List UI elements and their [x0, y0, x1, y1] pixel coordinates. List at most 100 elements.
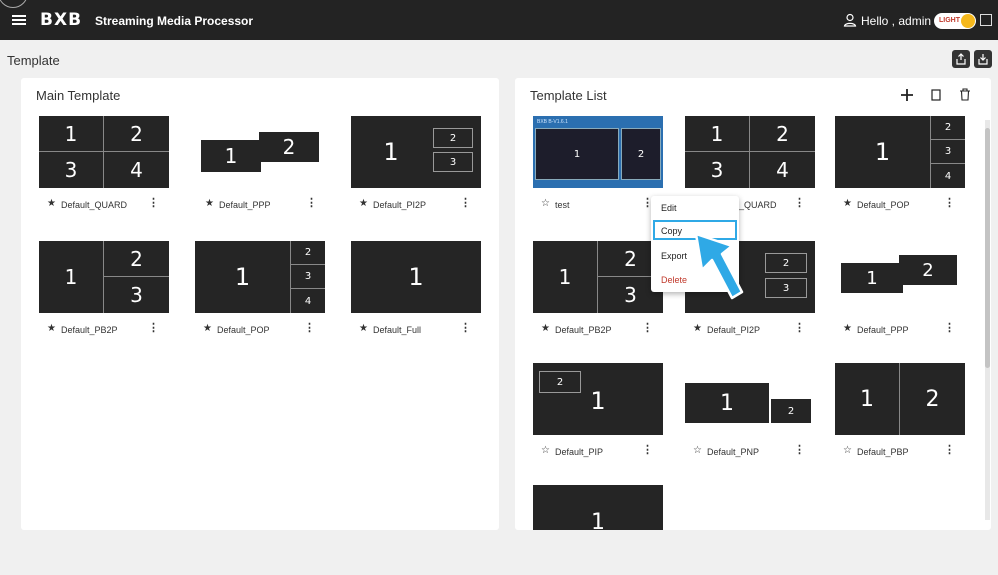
more-vertical-icon[interactable]: ⋮: [944, 198, 955, 209]
template-card-list-pnp[interactable]: 1 2 ☆ Default_PNP ⋮: [685, 363, 815, 467]
zone-1: 1: [383, 138, 399, 166]
star-icon[interactable]: ★: [47, 199, 56, 209]
more-vertical-icon[interactable]: ⋮: [148, 198, 159, 209]
zone-3: 3: [130, 283, 143, 307]
export-button[interactable]: [952, 50, 970, 68]
star-outline-icon[interactable]: ☆: [541, 199, 550, 209]
template-card-main-pi2p[interactable]: 1 2 3 ★ Default_PI2P ⋮: [351, 116, 481, 220]
template-name: Default_PI2P: [373, 200, 427, 210]
template-card-list-pop[interactable]: 1 2 3 4 ★ Default_POP ⋮: [835, 116, 965, 220]
star-icon[interactable]: ★: [693, 324, 702, 334]
zone-2: 2: [931, 116, 965, 140]
zone-1: 1: [195, 241, 291, 313]
layout-thumbnail: 1 2 3 4: [195, 241, 325, 313]
zone-1: 1: [590, 387, 606, 415]
star-outline-icon[interactable]: ☆: [693, 446, 702, 456]
template-card-test[interactable]: BXB B-V1.6.1 1 2 ☆ test ⋮: [533, 116, 663, 220]
template-card-list-pb2p[interactable]: 1 2 3 ★ Default_PB2P ⋮: [533, 241, 663, 345]
more-vertical-icon[interactable]: ⋮: [642, 323, 653, 334]
template-card-main-full[interactable]: 1 ★ Default_Full ⋮: [351, 241, 481, 345]
main-template-title: Main Template: [36, 88, 121, 103]
top-bar: BXB Streaming Media Processor Hello , ad…: [0, 0, 998, 40]
zone-1: 1: [685, 383, 769, 423]
template-card-list-ppp[interactable]: 1 2 ★ Default_PPP ⋮: [835, 241, 965, 345]
layout-thumbnail: 1: [351, 241, 481, 313]
template-card-list-pip[interactable]: 2 1 ☆ Default_PIP ⋮: [533, 363, 663, 467]
menu-icon[interactable]: [12, 15, 26, 25]
import-button[interactable]: [974, 50, 992, 68]
template-name: _QUARD: [739, 200, 777, 210]
star-icon[interactable]: ★: [541, 324, 550, 334]
zone-3: 3: [765, 278, 807, 298]
template-name: Default_PPP: [857, 325, 909, 335]
user-greeting[interactable]: Hello , admin: [861, 14, 931, 28]
star-outline-icon[interactable]: ☆: [843, 446, 852, 456]
menu-item-export[interactable]: Export: [661, 251, 687, 261]
trash-icon[interactable]: [959, 88, 971, 101]
page-title: Template: [7, 53, 60, 68]
decorative-circle: [0, 0, 28, 8]
more-vertical-icon[interactable]: ⋮: [944, 323, 955, 334]
more-vertical-icon[interactable]: ⋮: [306, 198, 317, 209]
template-name: Default_PI2P: [707, 325, 761, 335]
app-title: Streaming Media Processor: [95, 14, 254, 28]
theme-toggle[interactable]: LIGHT: [934, 13, 976, 29]
zone-2: 2: [899, 255, 957, 285]
layout-thumbnail: 1 2 3: [39, 241, 169, 313]
template-card-list-pbp[interactable]: 1 2 ☆ Default_PBP ⋮: [835, 363, 965, 467]
zone-2: 2: [750, 116, 815, 152]
zone-1: 1: [533, 241, 598, 313]
layout-thumbnail: 1 2: [685, 363, 815, 435]
more-vertical-icon[interactable]: ⋮: [794, 445, 805, 456]
layout-thumbnail: 1 2: [835, 363, 965, 435]
star-icon[interactable]: ★: [843, 199, 852, 209]
theme-toggle-knob: [961, 14, 975, 28]
more-vertical-icon[interactable]: ⋮: [148, 323, 159, 334]
zone-3: 3: [291, 265, 325, 289]
star-icon[interactable]: ★: [203, 324, 212, 334]
more-vertical-icon[interactable]: ⋮: [460, 323, 471, 334]
template-card-list-partial[interactable]: 1: [533, 485, 663, 530]
star-icon[interactable]: ★: [47, 324, 56, 334]
star-outline-icon[interactable]: ☆: [541, 446, 550, 456]
more-vertical-icon[interactable]: ⋮: [304, 323, 315, 334]
copy-icon[interactable]: [930, 89, 942, 101]
zone-2: 2: [104, 116, 169, 152]
template-card-main-pb2p[interactable]: 1 2 3 ★ Default_PB2P ⋮: [39, 241, 169, 345]
layout-thumbnail: 1 2 3 4: [39, 116, 169, 188]
template-name: Default_PB2P: [61, 325, 118, 335]
more-vertical-icon[interactable]: ⋮: [794, 198, 805, 209]
zone-4: 4: [944, 170, 952, 182]
scroll-thumb[interactable]: [985, 128, 990, 368]
zone-2: 2: [259, 132, 319, 162]
more-vertical-icon[interactable]: ⋮: [794, 323, 805, 334]
zone-1: 1: [39, 116, 104, 152]
menu-item-edit[interactable]: Edit: [661, 203, 677, 213]
star-icon[interactable]: ★: [359, 324, 368, 334]
zone-1: 1: [201, 140, 261, 172]
menu-item-delete[interactable]: Delete: [661, 275, 687, 285]
layout-thumbnail: 1 2 3 4: [685, 116, 815, 188]
plus-icon[interactable]: [900, 88, 914, 102]
zone-3: 3: [685, 152, 750, 188]
star-icon[interactable]: ★: [205, 199, 214, 209]
fullscreen-icon[interactable]: [980, 14, 992, 26]
zone-1: 1: [835, 363, 900, 435]
layout-thumbnail: 1 2 3: [533, 241, 663, 313]
zone-1: 1: [835, 116, 931, 188]
star-icon[interactable]: ★: [843, 324, 852, 334]
zone-1: 1: [535, 128, 619, 180]
zone-2: 2: [621, 128, 661, 180]
template-card-main-quard[interactable]: 1 2 3 4 ★ Default_QUARD ⋮: [39, 116, 169, 220]
template-card-main-pop[interactable]: 1 2 3 4 ★ Default_POP ⋮: [195, 241, 325, 345]
more-vertical-icon[interactable]: ⋮: [460, 198, 471, 209]
template-card-main-ppp[interactable]: 1 2 ★ Default_PPP ⋮: [197, 116, 327, 220]
star-icon[interactable]: ★: [359, 199, 368, 209]
more-vertical-icon[interactable]: ⋮: [642, 445, 653, 456]
export-icon: [956, 53, 966, 65]
layout-thumbnail: 1 2 3: [351, 116, 481, 188]
list-scrollbar[interactable]: [983, 120, 991, 520]
template-name: test: [555, 200, 570, 210]
more-vertical-icon[interactable]: ⋮: [944, 445, 955, 456]
user-icon[interactable]: [843, 13, 857, 27]
